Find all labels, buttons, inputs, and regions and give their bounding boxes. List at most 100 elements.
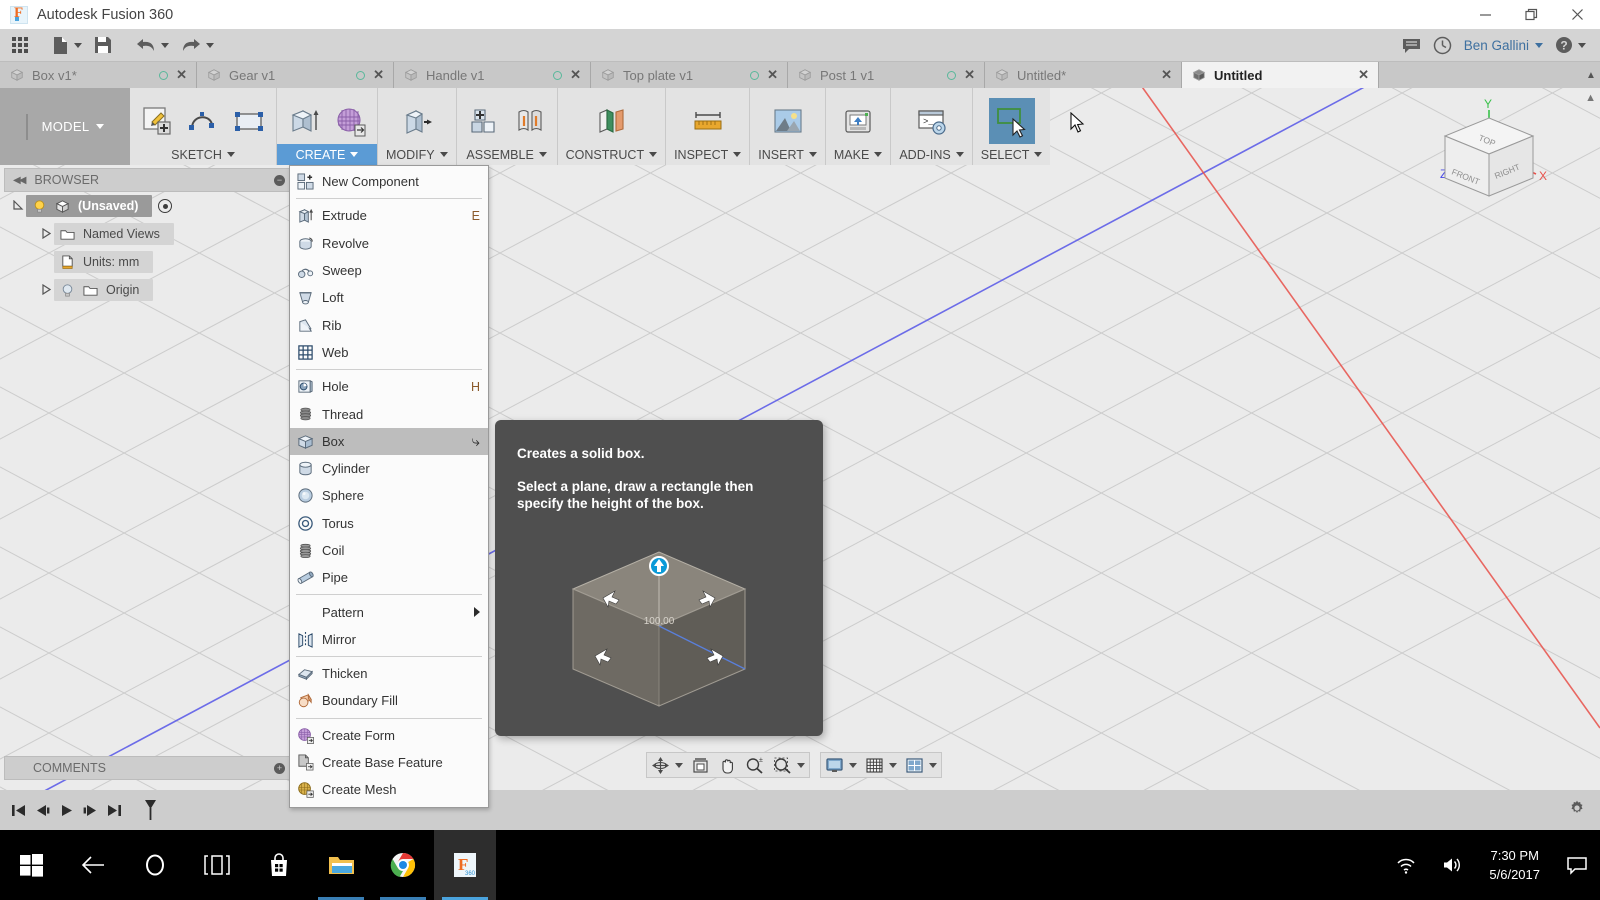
offset-plane-button[interactable] xyxy=(588,98,634,144)
help-button[interactable]: ? xyxy=(1549,29,1592,62)
close-icon[interactable]: ✕ xyxy=(1161,67,1172,83)
minus-icon[interactable]: − xyxy=(274,174,285,186)
browser-node-units[interactable]: Units: mm xyxy=(54,251,154,273)
lightbulb-on-icon[interactable] xyxy=(32,199,47,214)
menu-item-boundary-fill[interactable]: Boundary Fill xyxy=(290,687,488,714)
grid-snaps-button[interactable] xyxy=(861,753,901,777)
document-tab[interactable]: Post 1 v1 ✕ xyxy=(788,62,985,88)
close-icon[interactable]: ✕ xyxy=(767,67,778,83)
menu-item-thicken[interactable]: Thicken xyxy=(290,660,488,687)
menu-item-new-component[interactable]: New Component xyxy=(290,168,488,195)
menu-item-coil[interactable]: Coil xyxy=(290,537,488,564)
browser-tree-row-root[interactable]: (Unsaved) xyxy=(4,192,292,220)
menu-item-sphere[interactable]: Sphere xyxy=(290,482,488,509)
menu-item-web[interactable]: Web xyxy=(290,339,488,366)
fit-button[interactable] xyxy=(769,753,809,777)
restore-button[interactable] xyxy=(1508,0,1554,29)
menu-item-pipe[interactable]: Pipe xyxy=(290,564,488,591)
look-at-button[interactable] xyxy=(687,753,714,777)
timeline-step-back-button[interactable] xyxy=(30,796,54,824)
tab-bar-collapse-icon[interactable]: ▲ xyxy=(1582,62,1600,88)
ribbon-panel-label-inspect[interactable]: INSPECT xyxy=(666,144,749,165)
save-button[interactable] xyxy=(88,29,118,62)
scripts-addins-button[interactable]: >_ xyxy=(909,98,955,144)
ribbon-panel-label-modify[interactable]: MODIFY xyxy=(378,144,456,165)
insert-image-button[interactable] xyxy=(765,98,811,144)
browser-tree-row-origin[interactable]: Origin xyxy=(4,276,292,304)
volume-button[interactable] xyxy=(1429,830,1475,900)
measure-button[interactable] xyxy=(685,98,731,144)
ribbon-panel-label-construct[interactable]: CONSTRUCT xyxy=(558,144,665,165)
orbit-button[interactable] xyxy=(647,753,687,777)
action-center-button[interactable] xyxy=(1554,830,1600,900)
view-cube[interactable]: Y Z X TOP FRONT RIGHT xyxy=(1420,96,1570,211)
close-icon[interactable]: ✕ xyxy=(176,67,187,83)
ribbon-panel-label-sketch[interactable]: SKETCH xyxy=(130,144,276,165)
ribbon-panel-label-insert[interactable]: INSERT xyxy=(750,144,825,165)
user-account-button[interactable]: Ben Gallini xyxy=(1458,29,1549,62)
browser-tree-row-units[interactable]: Units: mm xyxy=(4,248,292,276)
file-menu-button[interactable] xyxy=(46,29,88,62)
menu-item-create-base-feature[interactable]: Create Base Feature xyxy=(290,749,488,776)
workspace-switcher[interactable]: MODEL xyxy=(0,88,130,165)
close-button[interactable] xyxy=(1554,0,1600,29)
ribbon-panel-label-select[interactable]: SELECT xyxy=(973,144,1051,165)
browser-node-named-views[interactable]: Named Views xyxy=(54,223,174,245)
lightbulb-off-icon[interactable] xyxy=(60,283,75,298)
comments-button[interactable] xyxy=(1396,29,1427,62)
create-form-button[interactable] xyxy=(327,98,373,144)
history-button[interactable] xyxy=(1427,29,1458,62)
twisty-collapsed-icon[interactable] xyxy=(38,227,54,241)
timeline-play-button[interactable] xyxy=(54,796,78,824)
back-button[interactable] xyxy=(62,830,124,900)
zoom-button[interactable]: ± xyxy=(741,753,769,777)
new-component-button[interactable] xyxy=(461,98,507,144)
comments-panel-header[interactable]: COMMENTS + xyxy=(4,756,292,780)
pan-button[interactable] xyxy=(714,753,741,777)
timeline-step-forward-button[interactable] xyxy=(78,796,102,824)
menu-item-loft[interactable]: Loft xyxy=(290,284,488,311)
browser-node-origin[interactable]: Origin xyxy=(54,279,154,301)
menu-item-create-form[interactable]: Create Form xyxy=(290,722,488,749)
document-tab[interactable]: Handle v1 ✕ xyxy=(394,62,591,88)
clock-tray[interactable]: 7:30 PM 5/6/2017 xyxy=(1475,846,1554,884)
menu-item-thread[interactable]: Thread xyxy=(290,400,488,427)
timeline-marker[interactable] xyxy=(138,796,162,824)
ribbon-collapse-icon[interactable]: ▲ xyxy=(1585,92,1596,104)
browser-header[interactable]: ◀◀ BROWSER − xyxy=(4,168,292,192)
rectangle-button[interactable] xyxy=(226,98,272,144)
undo-button[interactable] xyxy=(130,29,175,62)
timeline-settings-button[interactable] xyxy=(1568,799,1586,822)
browser-tree-row-named-views[interactable]: Named Views xyxy=(4,220,292,248)
document-tab[interactable]: Top plate v1 ✕ xyxy=(591,62,788,88)
network-button[interactable] xyxy=(1383,830,1429,900)
select-window-button[interactable] xyxy=(988,98,1035,144)
document-tab[interactable]: Untitled ✕ xyxy=(1182,62,1379,88)
menu-item-rib[interactable]: Rib xyxy=(290,311,488,338)
extrude-button[interactable] xyxy=(281,98,327,144)
menu-item-create-mesh[interactable]: Create Mesh xyxy=(290,776,488,803)
close-icon[interactable]: ✕ xyxy=(1358,67,1369,83)
redo-button[interactable] xyxy=(175,29,220,62)
minimize-button[interactable] xyxy=(1462,0,1508,29)
ribbon-panel-label-addins[interactable]: ADD-INS xyxy=(891,144,971,165)
file-explorer-button[interactable] xyxy=(310,830,372,900)
press-pull-button[interactable] xyxy=(394,98,440,144)
menu-item-hole[interactable]: Hole H xyxy=(290,373,488,400)
focus-icon[interactable] xyxy=(158,199,173,213)
twisty-expanded-icon[interactable] xyxy=(10,199,26,213)
twisty-collapsed-icon[interactable] xyxy=(38,283,54,297)
joint-button[interactable] xyxy=(507,98,553,144)
menu-item-torus[interactable]: Torus xyxy=(290,510,488,537)
menu-item-revolve[interactable]: Revolve xyxy=(290,230,488,257)
menu-item-mirror[interactable]: Mirror xyxy=(290,626,488,653)
task-view-button[interactable] xyxy=(186,830,248,900)
timeline-go-end-button[interactable] xyxy=(102,796,126,824)
start-button[interactable] xyxy=(0,830,62,900)
cortana-button[interactable] xyxy=(124,830,186,900)
document-tab[interactable]: Box v1* ✕ xyxy=(0,62,197,88)
fusion360-button[interactable]: F 360 xyxy=(434,830,496,900)
menu-item-box[interactable]: Box ⤷ xyxy=(290,427,488,455)
menu-item-pattern[interactable]: Pattern xyxy=(290,598,488,625)
menu-item-extrude[interactable]: Extrude E xyxy=(290,202,488,229)
